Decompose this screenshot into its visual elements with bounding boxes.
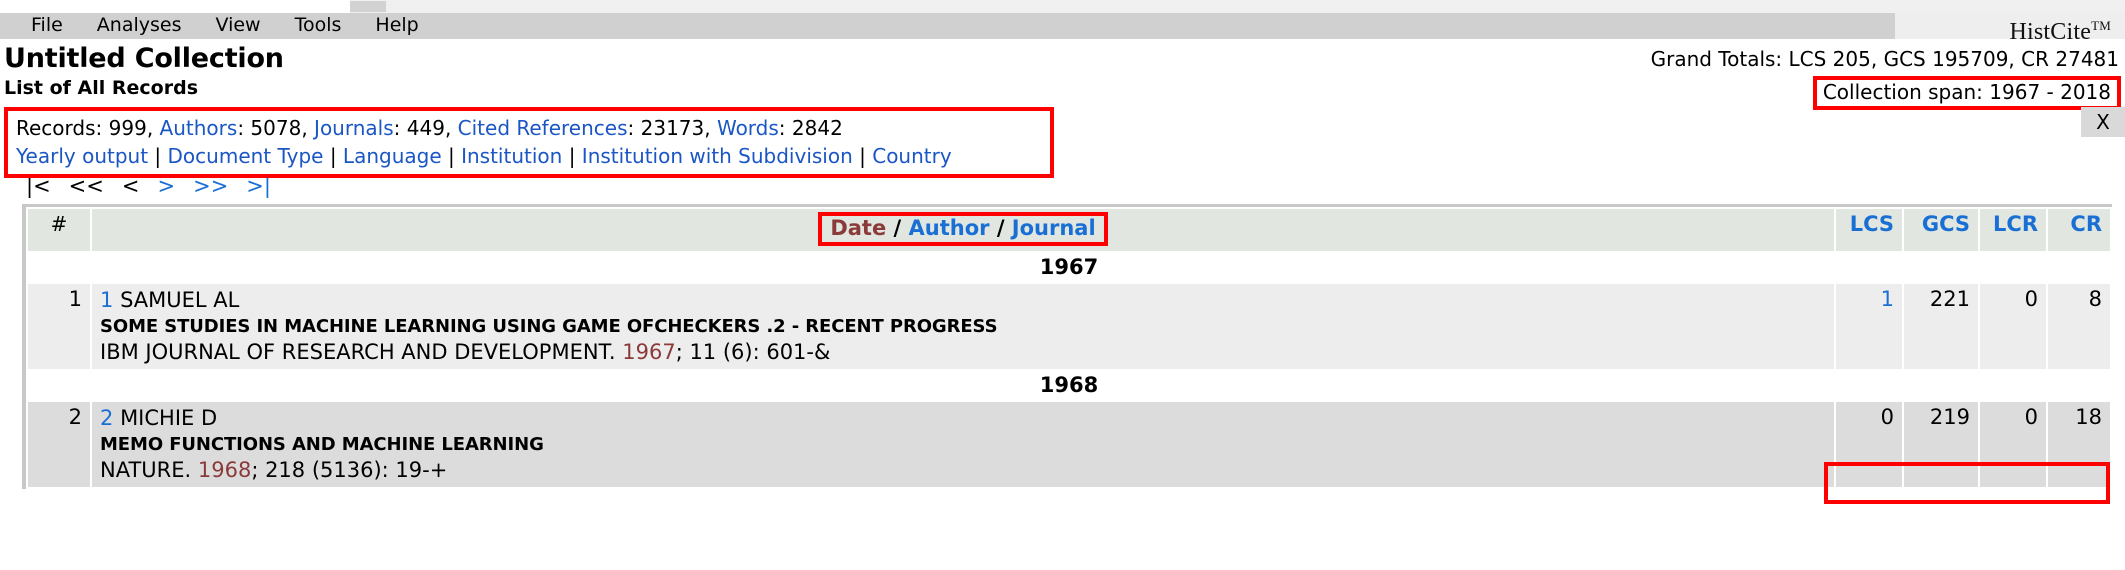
divider: |: [859, 144, 866, 168]
record-author-line: 2 MICHIE D: [100, 405, 1826, 432]
record-source: NATURE. 1968; 218 (5136): 19-+: [100, 457, 1826, 484]
record-source: IBM JOURNAL OF RESEARCH AND DEVELOPMENT.…: [100, 339, 1826, 366]
sort-divider: /: [893, 216, 902, 240]
menu-bar: File Analyses View Tools Help HistCiteTM: [0, 12, 2125, 45]
page-header: Untitled Collection List of All Records …: [0, 39, 2125, 110]
record-journal: NATURE.: [100, 458, 198, 482]
statistics-panel: Records: 999, Authors: 5078, Journals: 4…: [0, 107, 2125, 178]
stat-value-records: 999: [108, 116, 147, 140]
histcite-logo-text: HistCite: [2009, 19, 2092, 45]
record-index-link[interactable]: 2: [100, 406, 113, 430]
record-cr: 8: [2048, 284, 2110, 369]
column-header-lcs[interactable]: LCS: [1836, 209, 1902, 251]
record-cr: 18: [2048, 402, 2110, 487]
stat-value-authors: 5078: [250, 116, 302, 140]
browser-tab-inactive[interactable]: [350, 1, 386, 12]
statistics-links-line: Yearly output | Document Type | Language…: [16, 142, 1042, 170]
record-journal: IBM JOURNAL OF RESEARCH AND DEVELOPMENT.: [100, 340, 623, 364]
menu-item-help[interactable]: Help: [358, 12, 435, 38]
record-volume-pages: ; 11 (6): 601-&: [675, 340, 831, 364]
link-yearly-output[interactable]: Yearly output: [16, 144, 148, 168]
divider: |: [447, 144, 455, 168]
stat-value-words: 2842: [791, 116, 843, 140]
record-lcr: 0: [1980, 402, 2046, 487]
stat-link-journals[interactable]: Journals: [314, 116, 394, 140]
record-gcs: 219: [1904, 402, 1978, 487]
menu-item-analyses[interactable]: Analyses: [80, 12, 199, 38]
close-icon[interactable]: X: [2081, 107, 2125, 137]
menu-items: File Analyses View Tools Help: [0, 12, 436, 38]
table-row[interactable]: 2 2 MICHIE D MEMO FUNCTIONS AND MACHINE …: [28, 402, 2110, 487]
link-institution-with-subdivision[interactable]: Institution with Subdivision: [582, 144, 853, 168]
column-header-gcs[interactable]: GCS: [1904, 209, 1978, 251]
record-details: 2 MICHIE D MEMO FUNCTIONS AND MACHINE LE…: [92, 402, 1834, 487]
table-header: # Date / Author / Journal LCS GCS LCR CR: [28, 209, 2110, 251]
trademark-symbol: TM: [2091, 18, 2111, 33]
divider: |: [329, 144, 337, 168]
record-title: SOME STUDIES IN MACHINE LEARNING USING G…: [100, 316, 998, 337]
sort-divider: /: [996, 216, 1005, 240]
sort-by-author[interactable]: Author: [909, 216, 990, 240]
column-header-sort: Date / Author / Journal: [92, 209, 1834, 251]
year-separator-row: 1967: [28, 253, 2110, 282]
stat-label-records: Records: [16, 116, 96, 140]
collection-span-badge: Collection span: 1967 - 2018: [1812, 76, 2121, 110]
sort-box: Date / Author / Journal: [818, 212, 1108, 246]
sort-by-journal[interactable]: Journal: [1012, 216, 1096, 240]
record-number: 1: [28, 284, 90, 369]
sort-controls: Date / Author / Journal: [100, 212, 1826, 246]
divider: |: [568, 144, 576, 168]
record-index-link[interactable]: 1: [100, 288, 113, 312]
column-header-number: #: [28, 209, 90, 251]
year-separator-row: 1968: [28, 371, 2110, 400]
link-language[interactable]: Language: [343, 144, 442, 168]
column-header-cr[interactable]: CR: [2048, 209, 2110, 251]
grand-totals: Grand Totals: LCS 205, GCS 195709, CR 27…: [1650, 47, 2119, 71]
link-institution[interactable]: Institution: [461, 144, 562, 168]
record-lcr: 0: [1980, 284, 2046, 369]
table-body: 1967 1 1 SAMUEL AL SOME STUDIES IN MACHI…: [28, 253, 2110, 487]
records-table: # Date / Author / Journal LCS GCS LCR CR…: [26, 207, 2112, 489]
link-country[interactable]: Country: [872, 144, 951, 168]
page-subtitle: List of All Records: [4, 77, 199, 99]
records-table-frame: # Date / Author / Journal LCS GCS LCR CR…: [22, 204, 2112, 489]
year-label: 1968: [28, 371, 2110, 400]
statistics-counts-line: Records: 999, Authors: 5078, Journals: 4…: [16, 116, 843, 140]
stat-value-cited-references: 23173: [640, 116, 705, 140]
menu-item-file[interactable]: File: [14, 12, 80, 38]
records-table-container: # Date / Author / Journal LCS GCS LCR CR…: [0, 204, 2125, 504]
record-author: MICHIE D: [120, 406, 218, 430]
year-label: 1967: [28, 253, 2110, 282]
record-year: 1967: [622, 340, 676, 364]
link-document-type[interactable]: Document Type: [168, 144, 324, 168]
record-gcs: 221: [1904, 284, 1978, 369]
statistics-box: Records: 999, Authors: 5078, Journals: 4…: [4, 107, 1054, 178]
stat-value-journals: 449: [406, 116, 445, 140]
record-author: SAMUEL AL: [120, 288, 240, 312]
record-author-line: 1 SAMUEL AL: [100, 287, 1826, 314]
record-year: 1968: [197, 458, 252, 482]
stat-link-authors[interactable]: Authors: [160, 116, 238, 140]
table-row[interactable]: 1 1 SAMUEL AL SOME STUDIES IN MACHINE LE…: [28, 284, 2110, 369]
record-number: 2: [28, 402, 90, 487]
divider: |: [154, 144, 162, 168]
stat-link-words[interactable]: Words: [717, 116, 779, 140]
record-title: MEMO FUNCTIONS AND MACHINE LEARNING: [100, 434, 544, 455]
record-volume-pages: ; 218 (5136): 19-+: [251, 458, 448, 482]
menu-item-view[interactable]: View: [199, 12, 278, 38]
menu-item-tools[interactable]: Tools: [278, 12, 359, 38]
record-lcs: 0: [1836, 402, 1902, 487]
record-lcs[interactable]: 1: [1836, 284, 1902, 369]
table-header-row: # Date / Author / Journal LCS GCS LCR CR: [28, 209, 2110, 251]
sort-by-date[interactable]: Date: [830, 216, 886, 240]
column-header-lcr[interactable]: LCR: [1980, 209, 2046, 251]
stat-link-cited-references[interactable]: Cited References: [458, 116, 628, 140]
record-details: 1 SAMUEL AL SOME STUDIES IN MACHINE LEAR…: [92, 284, 1834, 369]
histcite-logo: HistCiteTM: [2009, 13, 2111, 45]
